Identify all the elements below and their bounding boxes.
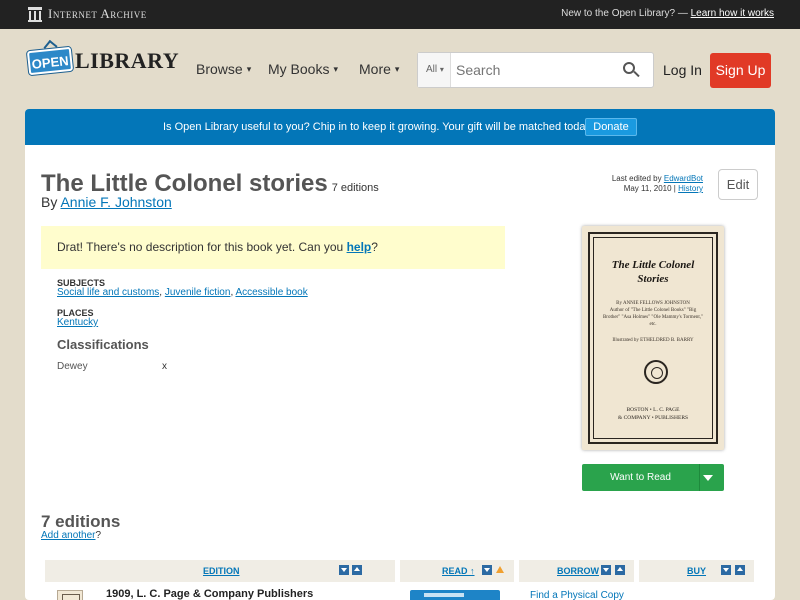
learn-how-link[interactable]: Learn how it works <box>691 8 774 19</box>
search-input[interactable] <box>456 62 616 78</box>
reading-list-dropdown-icon[interactable] <box>703 475 713 481</box>
logo-library-text: LIBRARY <box>75 48 180 73</box>
nav-browse[interactable]: Browse ▾ <box>196 61 251 77</box>
dewey-label: Dewey <box>57 361 88 372</box>
sort-up-icon[interactable] <box>735 565 745 575</box>
column-header-buy: BUY <box>639 560 754 582</box>
last-edited-date: May 11, 2010 <box>623 184 672 193</box>
open-library-logo[interactable]: OPEN LIBRARY <box>26 46 180 76</box>
donate-banner: Is Open Library useful to you? Chip in t… <box>25 109 775 145</box>
subjects-list: Social life and customs, Juvenile fictio… <box>57 287 308 298</box>
nav-my-books[interactable]: My Books ▾ <box>268 61 338 77</box>
last-edited-by-link[interactable]: EdwardBot <box>664 174 703 183</box>
buy-column-label[interactable]: BUY <box>687 566 706 576</box>
nav-more-label: More <box>359 61 391 77</box>
no-description-text: Drat! There's no description for this bo… <box>57 240 344 254</box>
search-scope-value: All <box>426 64 438 75</box>
by-label: By <box>41 194 58 210</box>
last-edited-prefix: Last edited by <box>611 174 662 183</box>
nav-my-books-label: My Books <box>268 61 330 77</box>
help-link[interactable]: help <box>347 240 372 254</box>
sort-up-icon[interactable] <box>352 565 362 575</box>
search-icon[interactable] <box>623 62 640 78</box>
subject-link[interactable]: Accessible book <box>235 287 307 298</box>
caret-down-icon: ▾ <box>439 65 444 74</box>
subject-link[interactable]: Juvenile fiction <box>165 287 231 298</box>
caret-down-icon: ▾ <box>333 63 338 74</box>
sort-down-icon[interactable] <box>339 565 349 575</box>
edition-column-label[interactable]: EDITION <box>203 566 240 576</box>
cover-publisher: BOSTON • L. C. PAGE & COMPANY • PUBLISHE… <box>617 407 689 421</box>
nav-browse-label: Browse <box>196 61 243 77</box>
borrow-column-label[interactable]: BORROW <box>557 566 599 576</box>
dewey-value: x <box>162 361 167 372</box>
sort-up-icon[interactable] <box>615 565 625 575</box>
no-description-notice: Drat! There's no description for this bo… <box>41 226 505 269</box>
edition-title-link[interactable]: 1909, L. C. Page & Company Publishers <box>106 588 313 600</box>
question-mark: ? <box>371 240 378 254</box>
new-to-library-text: New to the Open Library? — <box>561 8 688 19</box>
publisher-seal-icon <box>644 360 668 384</box>
column-header-borrow: BORROW <box>519 560 634 582</box>
internet-archive-logo[interactable]: Internet Archive <box>28 6 147 22</box>
column-header-read: READ ↑ <box>400 560 514 582</box>
internet-archive-label: Internet Archive <box>48 6 147 21</box>
archive-building-icon <box>28 6 42 22</box>
logo-open-sign: OPEN <box>26 46 74 76</box>
caret-down-icon: ▾ <box>394 63 400 74</box>
read-column-label[interactable]: READ ↑ <box>442 566 475 576</box>
donate-button[interactable]: Donate <box>585 118 637 136</box>
search-bar: All ▾ <box>417 52 654 88</box>
cover-byline: By ANNIE FELLOWS JOHNSTON Author of "The… <box>602 301 704 327</box>
login-link[interactable]: Log In <box>663 62 702 78</box>
byline: By Annie F. Johnston <box>41 194 172 210</box>
want-to-read-button[interactable]: Want to Read <box>582 464 724 491</box>
edition-count: 7 editions <box>331 182 379 194</box>
edition-cover-thumbnail[interactable] <box>57 590 83 600</box>
add-another-link[interactable]: Add another <box>41 530 96 541</box>
book-cover[interactable]: The Little Colonel Stories By ANNIE FELL… <box>582 226 724 450</box>
column-header-edition: EDITION <box>45 560 395 582</box>
author-link[interactable]: Annie F. Johnston <box>60 194 171 210</box>
places-list: Kentucky <box>57 317 98 328</box>
want-to-read-label: Want to Read <box>610 472 671 483</box>
classifications-heading: Classifications <box>57 337 149 352</box>
place-link[interactable]: Kentucky <box>57 317 98 328</box>
main-panel: Is Open Library useful to you? Chip in t… <box>25 109 775 600</box>
last-edited-info: Last edited by EdwardBot May 11, 2010 | … <box>611 174 703 193</box>
sort-down-icon[interactable] <box>601 565 611 575</box>
internet-archive-bar: Internet Archive New to the Open Library… <box>0 0 800 29</box>
caret-down-icon: ▾ <box>246 63 252 74</box>
add-another-edition: Add another? <box>41 530 102 541</box>
read-button[interactable] <box>410 590 500 600</box>
site-header: OPEN LIBRARY Browse ▾ My Books ▾ More ▾ … <box>0 29 800 109</box>
history-link[interactable]: History <box>678 184 703 193</box>
subject-link[interactable]: Social life and customs <box>57 287 159 298</box>
sort-active-up-icon[interactable] <box>496 566 504 573</box>
nav-more[interactable]: More ▾ <box>359 61 399 77</box>
cover-illustrator: Illustrated by ETHELDRED B. BARRY <box>612 338 694 343</box>
signup-button[interactable]: Sign Up <box>710 53 771 88</box>
edit-button[interactable]: Edit <box>718 169 758 200</box>
ia-bar-prompt: New to the Open Library? — Learn how it … <box>561 8 774 19</box>
donate-message: Is Open Library useful to you? Chip in t… <box>163 121 595 133</box>
cover-title: The Little Colonel Stories <box>611 259 695 285</box>
find-physical-copy-link[interactable]: Find a Physical Copy <box>530 590 624 600</box>
book-title: The Little Colonel stories <box>41 170 328 197</box>
sort-down-icon[interactable] <box>721 565 731 575</box>
editions-heading: 7 editions <box>41 512 121 531</box>
search-scope-select[interactable]: All ▾ <box>418 53 451 87</box>
sort-down-icon[interactable] <box>482 565 492 575</box>
